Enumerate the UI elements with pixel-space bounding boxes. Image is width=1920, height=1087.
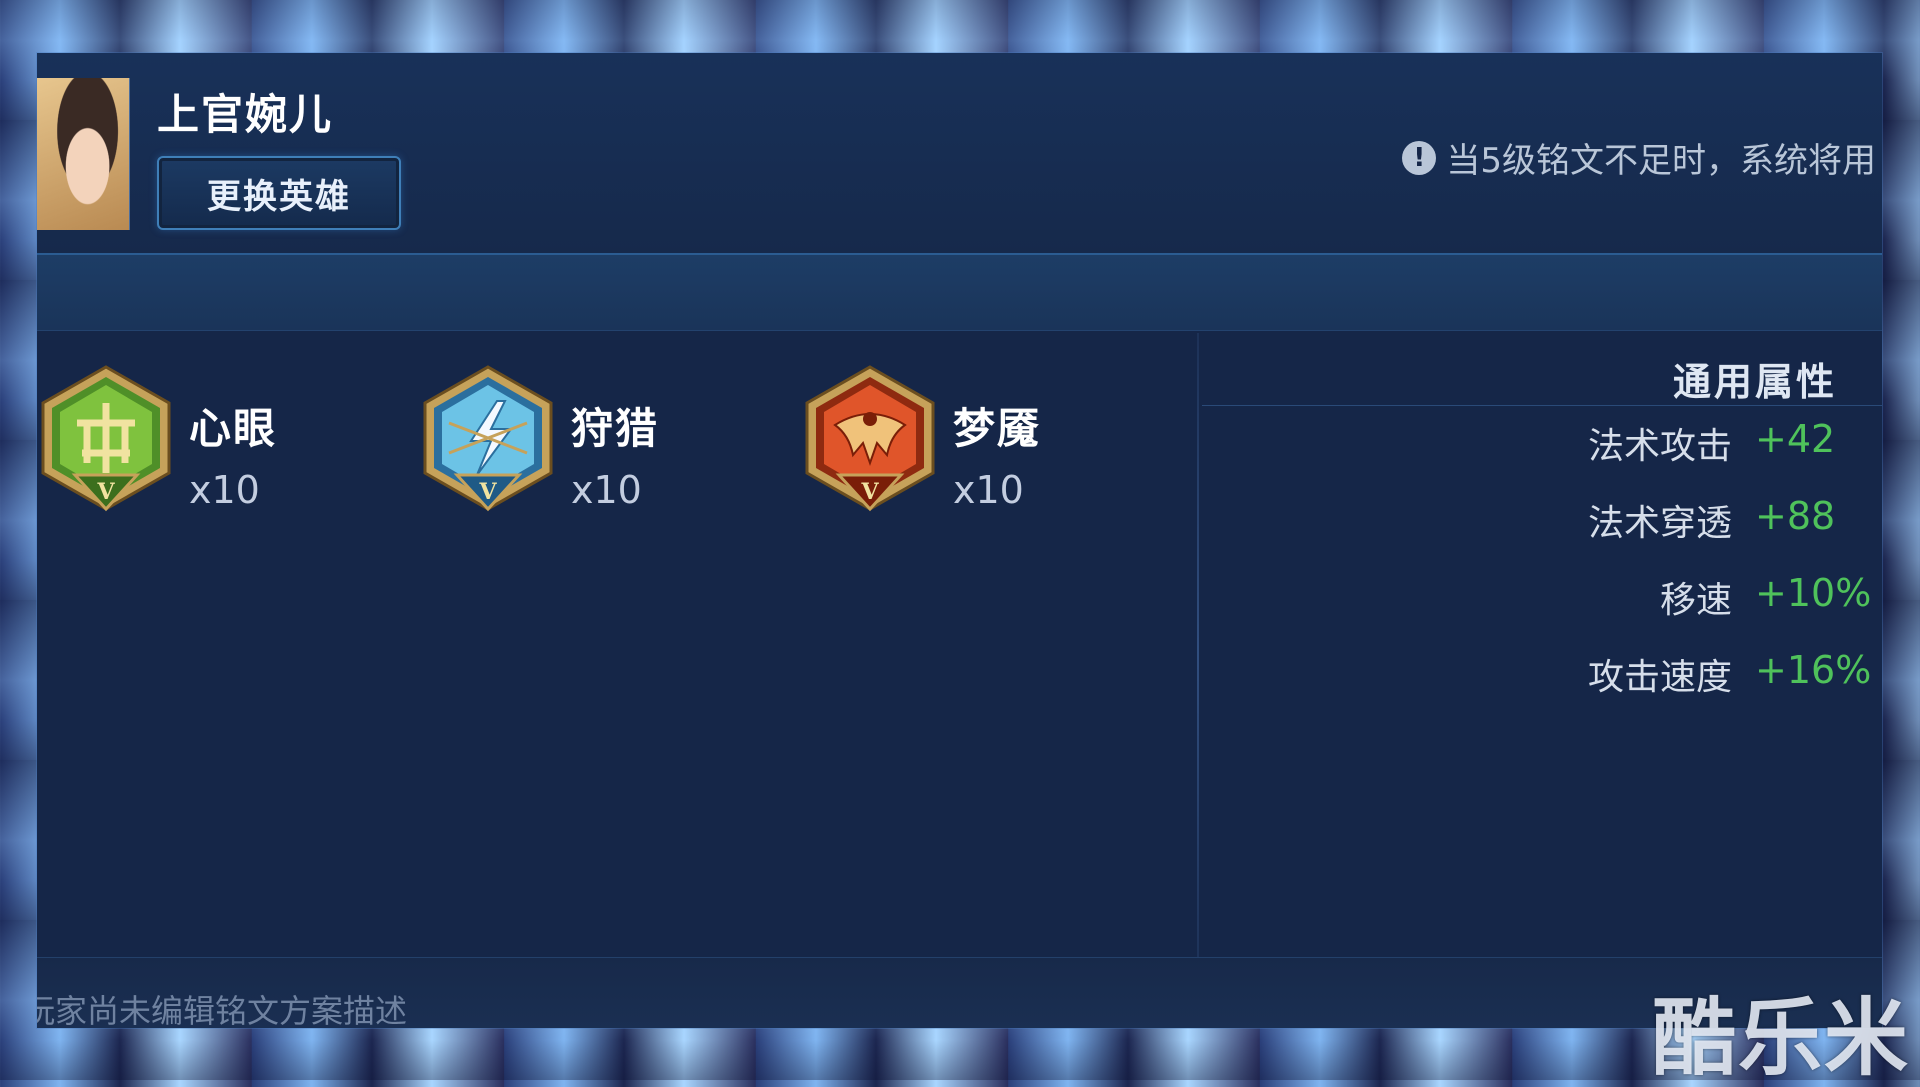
rune-page-panel: 上官婉儿 更换英雄 ! 当5级铭文不足时，系统将用 V 心眼 x10 V 狩猎 … (37, 53, 1882, 1028)
rune-count: x10 (953, 468, 1024, 512)
stat-value: +88 (1755, 494, 1836, 538)
rune-name: 狩猎 (571, 404, 660, 453)
exclamation-icon: ! (1402, 140, 1437, 175)
rune-info: 狩猎 x10 (571, 363, 659, 523)
stat-label: 移速 (1659, 580, 1732, 621)
stats-header: 通用属性 (1202, 333, 1882, 406)
rune-notice: ! 当5级铭文不足时，系统将用 (1402, 133, 1876, 182)
change-hero-button[interactable]: 更换英雄 (157, 156, 401, 230)
svg-text:V: V (478, 479, 497, 505)
rune-emblem-blue-icon: V (423, 365, 553, 512)
notice-text: 当5级铭文不足时，系统将用 (1446, 141, 1876, 181)
stats-title: 通用属性 (1672, 360, 1837, 404)
stat-value: +10% (1755, 571, 1872, 615)
stat-row: 攻击速度 +16% (1202, 648, 1882, 708)
stat-label: 攻击速度 (1587, 657, 1732, 698)
rune-count: x10 (571, 468, 642, 512)
header-sub-bar (37, 255, 1882, 331)
stat-label: 法术穿透 (1587, 503, 1732, 544)
stat-value: +42 (1755, 417, 1836, 461)
rune-emblem-green-icon: V (41, 365, 171, 512)
hero-header: 上官婉儿 更换英雄 ! 当5级铭文不足时，系统将用 (37, 53, 1882, 255)
rune-description-text[interactable]: 玩家尚未编辑铭文方案描述 (37, 986, 407, 1028)
rune-emblem-red-icon: V (805, 365, 935, 512)
vertical-divider (1197, 333, 1199, 973)
stat-label: 法术攻击 (1587, 426, 1732, 467)
rune-name: 梦魇 (953, 404, 1042, 453)
rune-item-xinyan[interactable]: V 心眼 x10 (37, 363, 277, 523)
stat-row: 法术穿透 +88 (1202, 494, 1882, 554)
rune-count: x10 (189, 468, 260, 512)
stat-row: 法术攻击 +42 (1202, 417, 1882, 477)
rune-item-mengyan[interactable]: V 梦魇 x10 (801, 363, 1041, 523)
rune-info: 心眼 x10 (189, 363, 277, 523)
hero-portrait[interactable] (37, 78, 130, 230)
svg-text:V: V (96, 479, 115, 505)
hero-name: 上官婉儿 (157, 90, 334, 139)
rune-name: 心眼 (189, 404, 278, 453)
svg-text:V: V (860, 479, 879, 505)
rune-item-shoulie[interactable]: V 狩猎 x10 (419, 363, 659, 523)
stat-value: +16% (1755, 648, 1872, 692)
rune-info: 梦魇 x10 (953, 363, 1041, 523)
stat-row: 移速 +10% (1202, 571, 1882, 631)
rune-list: V 心眼 x10 V 狩猎 x10 V 梦魇 x10 (37, 363, 1187, 533)
watermark: 酷乐米 (1651, 989, 1910, 1087)
